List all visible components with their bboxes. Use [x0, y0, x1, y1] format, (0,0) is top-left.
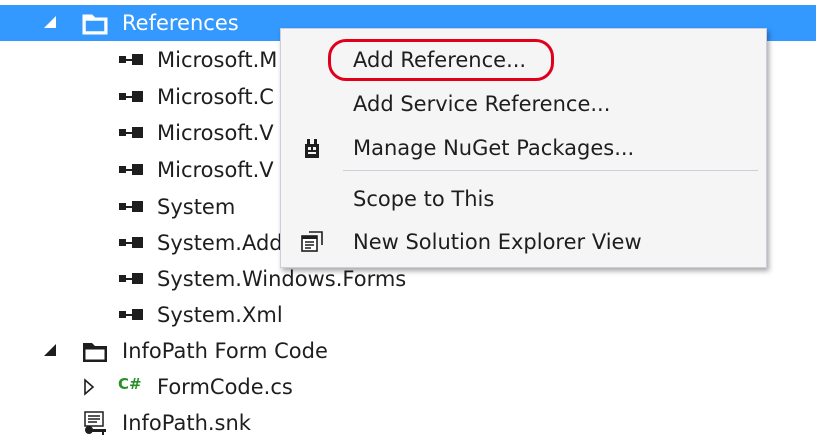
references-folder-icon	[82, 14, 108, 35]
assembly-reference-icon	[119, 201, 143, 212]
assembly-reference-icon	[119, 309, 143, 320]
menu-item-label: New Solution Explorer View	[353, 230, 642, 254]
expanded-arrow-icon[interactable]	[40, 12, 62, 34]
tree-node-label: Microsoft.C	[157, 85, 274, 109]
tree-node-formcode-cs[interactable]: C# FormCode.cs	[0, 369, 816, 405]
tree-node-label: InfoPath.snk	[122, 411, 251, 435]
tree-node-label: System.Windows.Forms	[157, 267, 407, 291]
tree-node-label: System.Xml	[157, 303, 283, 327]
tree-node-label: Microsoft.M	[157, 48, 278, 72]
assembly-reference-icon	[119, 273, 143, 284]
nuget-package-icon	[305, 139, 319, 158]
tree-node-label: References	[122, 11, 239, 35]
expanded-arrow-icon[interactable]	[40, 340, 62, 362]
folder-icon	[83, 343, 107, 362]
tree-node-label: System	[157, 195, 236, 219]
menu-item-scope-to-this[interactable]: Scope to This	[281, 179, 766, 219]
tree-node-infopath-snk[interactable]: InfoPath.snk	[0, 405, 816, 441]
menu-separator	[343, 170, 758, 171]
assembly-reference-icon	[119, 91, 143, 102]
assembly-reference-icon	[119, 237, 143, 248]
menu-item-new-solution-explorer-view[interactable]: New Solution Explorer View	[281, 222, 766, 262]
csharp-file-icon: C#	[118, 375, 142, 393]
context-menu: Add Reference... Add Service Reference..…	[280, 28, 767, 268]
collapsed-arrow-icon[interactable]	[78, 376, 100, 398]
tree-node-label: InfoPath Form Code	[122, 339, 328, 363]
menu-item-label: Add Service Reference...	[353, 92, 611, 116]
tree-node-reference[interactable]: System.Xml	[0, 297, 816, 333]
menu-item-label: Manage NuGet Packages...	[353, 136, 635, 160]
menu-item-add-reference[interactable]: Add Reference...	[281, 40, 766, 80]
tree-node-infopath-form-code[interactable]: InfoPath Form Code	[0, 333, 816, 369]
tree-node-label: System.Add	[157, 231, 283, 255]
key-file-icon	[84, 411, 106, 435]
assembly-reference-icon	[119, 164, 143, 175]
assembly-reference-icon	[119, 127, 143, 138]
menu-item-label: Scope to This	[353, 187, 495, 211]
menu-item-add-service-reference[interactable]: Add Service Reference...	[281, 84, 766, 124]
tree-node-label: Microsoft.V	[157, 158, 274, 182]
menu-item-label: Add Reference...	[353, 48, 527, 72]
new-window-icon	[301, 231, 323, 252]
assembly-reference-icon	[119, 54, 143, 65]
tree-node-label: Microsoft.V	[157, 121, 274, 145]
tree-node-label: FormCode.cs	[157, 375, 293, 399]
menu-item-manage-nuget-packages[interactable]: Manage NuGet Packages...	[281, 128, 766, 168]
